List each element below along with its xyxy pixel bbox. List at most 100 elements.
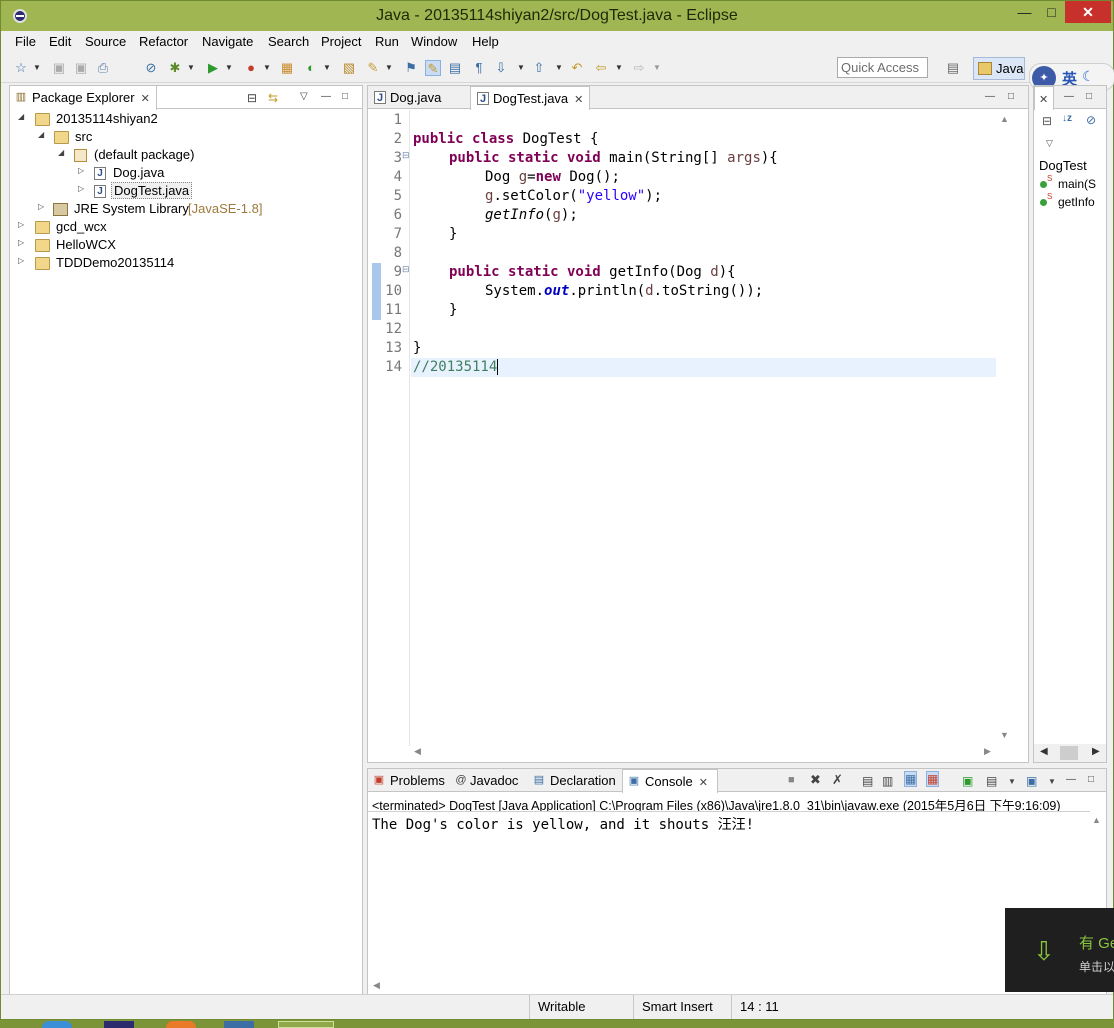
chevron-down-icon[interactable]: ▼ bbox=[653, 60, 661, 76]
tab-dogtest-java[interactable]: J DogTest.java ✕ bbox=[470, 86, 590, 110]
chevron-down-icon[interactable]: ▼ bbox=[615, 60, 623, 76]
print-icon[interactable]: ⎙ bbox=[95, 60, 111, 76]
collapsed-icon[interactable]: ▷ bbox=[18, 256, 24, 265]
editor-vertical-scrollbar[interactable]: ▲ ▼ bbox=[998, 110, 1012, 746]
new-icon[interactable]: ☆ bbox=[13, 60, 29, 76]
show-on-output-icon[interactable]: ▦ bbox=[904, 771, 918, 787]
scroll-right-icon[interactable]: ▶ bbox=[984, 746, 991, 757]
link-with-editor-icon[interactable]: ⇆ bbox=[268, 91, 278, 105]
code-line-6[interactable]: getInfo(g); bbox=[485, 207, 578, 223]
scroll-up-icon[interactable]: ▲ bbox=[1092, 815, 1101, 825]
tab-declaration[interactable]: ▤ Declaration bbox=[528, 769, 622, 792]
forward-icon[interactable]: ⇨ bbox=[631, 60, 647, 76]
previous-annotation-icon[interactable]: ⇧ bbox=[531, 60, 547, 76]
chevron-down-icon[interactable]: ▼ bbox=[1008, 777, 1016, 786]
collapse-all-icon[interactable]: ⊟ bbox=[247, 91, 257, 105]
scroll-lock-icon[interactable]: ▥ bbox=[882, 774, 893, 788]
tab-package-explorer[interactable]: ▥ Package Explorer ✕ bbox=[10, 86, 157, 110]
open-console-icon[interactable]: ▣ bbox=[1026, 774, 1037, 788]
remove-launch-icon[interactable]: ✖ bbox=[810, 772, 821, 788]
collapsed-icon[interactable]: ▷ bbox=[18, 220, 24, 229]
outline-horizontal-scrollbar[interactable]: ◀ ▶ bbox=[1034, 744, 1106, 762]
menu-refactor[interactable]: Refactor bbox=[139, 34, 188, 49]
console-horizontal-scrollbar[interactable]: ◀ bbox=[368, 979, 1090, 994]
menu-window[interactable]: Window bbox=[411, 34, 457, 49]
open-perspective-icon[interactable]: ▤ bbox=[945, 60, 961, 76]
collapsed-icon[interactable]: ▷ bbox=[18, 238, 24, 247]
code-line-4[interactable]: Dog g=new Dog(); bbox=[485, 169, 620, 185]
fold-icon[interactable]: ⊟ bbox=[402, 150, 410, 161]
scroll-left-icon[interactable]: ◀ bbox=[373, 980, 380, 991]
debug-icon[interactable]: ✱ bbox=[167, 60, 183, 76]
code-line-11[interactable]: } bbox=[449, 302, 457, 318]
taskbar-app-icon[interactable] bbox=[224, 1021, 254, 1028]
menu-search[interactable]: Search bbox=[268, 34, 309, 49]
collapsed-icon[interactable]: ▷ bbox=[78, 166, 84, 175]
scroll-up-icon[interactable]: ▲ bbox=[1000, 114, 1009, 124]
sort-icon[interactable]: ↓z bbox=[1062, 113, 1072, 124]
show-on-error-icon[interactable]: ▦ bbox=[926, 771, 940, 787]
minimize-icon[interactable]: — bbox=[985, 91, 995, 102]
taskbar-app-icon[interactable] bbox=[166, 1021, 196, 1028]
remove-all-terminated-icon[interactable]: ✗ bbox=[832, 772, 843, 788]
tab-problems[interactable]: ▣ Problems bbox=[368, 769, 450, 792]
scroll-right-icon[interactable]: ▶ bbox=[1092, 746, 1100, 757]
expanded-icon[interactable]: ◢ bbox=[18, 112, 24, 121]
new-class-icon[interactable]: ◐ bbox=[303, 60, 319, 76]
view-menu-icon[interactable]: ▽ bbox=[300, 91, 308, 102]
collapsed-icon[interactable]: ▷ bbox=[38, 202, 44, 211]
terminate-icon[interactable]: ■ bbox=[788, 774, 795, 786]
mark-occurrences-icon[interactable]: ✎ bbox=[425, 60, 441, 76]
tab-javadoc[interactable]: @ Javadoc bbox=[452, 769, 528, 792]
scroll-left-icon[interactable]: ◀ bbox=[1040, 746, 1048, 757]
menu-run[interactable]: Run bbox=[375, 34, 399, 49]
scroll-thumb[interactable] bbox=[1060, 746, 1078, 760]
taskbar-app-icon[interactable] bbox=[278, 1021, 334, 1028]
new-java-project-icon[interactable]: ▦ bbox=[279, 60, 295, 76]
collapsed-icon[interactable]: ▷ bbox=[78, 184, 84, 193]
chevron-down-icon[interactable]: ▼ bbox=[225, 60, 233, 76]
taskbar-ie-icon[interactable] bbox=[42, 1021, 72, 1028]
close-icon[interactable]: ✕ bbox=[699, 777, 708, 789]
close-button[interactable]: ✕ bbox=[1065, 1, 1111, 23]
editor-horizontal-scrollbar[interactable]: ◀ ▶ bbox=[411, 746, 998, 760]
open-type-icon[interactable]: ▧ bbox=[341, 60, 357, 76]
menu-project[interactable]: Project bbox=[321, 34, 361, 49]
minimize-icon[interactable]: — bbox=[1064, 91, 1074, 102]
chevron-down-icon[interactable]: ▼ bbox=[517, 60, 525, 76]
minimize-icon[interactable]: — bbox=[321, 91, 331, 102]
last-edit-icon[interactable]: ↶ bbox=[569, 60, 585, 76]
maximize-icon[interactable]: □ bbox=[1086, 91, 1092, 102]
code-line-14[interactable]: //20135114 bbox=[413, 359, 499, 375]
minimize-button[interactable]: — bbox=[1011, 1, 1038, 23]
show-whitespace-icon[interactable]: ¶ bbox=[471, 60, 487, 76]
scroll-left-icon[interactable]: ◀ bbox=[414, 746, 421, 757]
save-all-icon[interactable]: ▣ bbox=[73, 60, 89, 76]
chevron-down-icon[interactable]: ▼ bbox=[323, 60, 331, 76]
chevron-down-icon[interactable]: ▼ bbox=[187, 60, 195, 76]
external-tools-icon[interactable]: ● bbox=[243, 60, 259, 76]
java-perspective-button[interactable]: Java bbox=[973, 57, 1025, 80]
code-line-10[interactable]: System.out.println(d.toString()); bbox=[485, 283, 763, 299]
fold-icon[interactable]: ⊟ bbox=[402, 264, 410, 275]
skip-breakpoints-icon[interactable]: ⊘ bbox=[143, 60, 159, 76]
tab-dog-java[interactable]: J Dog.java bbox=[368, 86, 468, 109]
tab-console[interactable]: ▣ Console ✕ bbox=[622, 769, 718, 793]
code-line-2[interactable]: public class DogTest { bbox=[413, 131, 598, 147]
next-annotation-icon[interactable]: ⇩ bbox=[493, 60, 509, 76]
display-console-icon[interactable]: ▤ bbox=[986, 774, 997, 788]
tab-outline[interactable]: ✕ bbox=[1034, 86, 1054, 110]
menu-navigate[interactable]: Navigate bbox=[202, 34, 253, 49]
hide-fields-icon[interactable]: ⊘ bbox=[1086, 113, 1096, 127]
menu-edit[interactable]: Edit bbox=[49, 34, 71, 49]
open-task-icon[interactable]: ⚑ bbox=[403, 60, 419, 76]
expanded-icon[interactable]: ◢ bbox=[38, 130, 44, 139]
search-icon[interactable]: ✎ bbox=[365, 60, 381, 76]
back-icon[interactable]: ⇦ bbox=[593, 60, 609, 76]
chevron-down-icon[interactable]: ▼ bbox=[263, 60, 271, 76]
menu-source[interactable]: Source bbox=[85, 34, 126, 49]
quick-access-input[interactable]: Quick Access bbox=[837, 57, 928, 78]
code-line-13[interactable]: } bbox=[413, 340, 421, 356]
close-icon[interactable]: ✕ bbox=[1039, 94, 1048, 106]
pin-console-icon[interactable]: ▣ bbox=[962, 774, 973, 788]
